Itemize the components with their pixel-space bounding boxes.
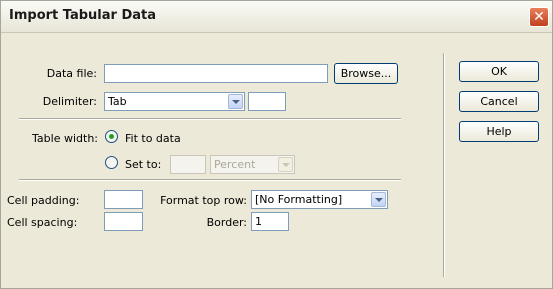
- vertical-divider: [443, 53, 445, 277]
- divider: [19, 179, 401, 181]
- table-width-label: Table width:: [32, 132, 98, 145]
- fit-to-data-radio[interactable]: [105, 130, 118, 143]
- cell-padding-label: Cell padding:: [7, 194, 80, 207]
- delimiter-other-input[interactable]: [248, 92, 286, 111]
- data-file-input[interactable]: [104, 64, 328, 83]
- import-tabular-data-dialog: Import Tabular Data ✕ Data file: Browse.…: [0, 0, 553, 289]
- format-top-row-selected-value: [No Formatting]: [255, 193, 343, 206]
- data-file-label: Data file:: [46, 67, 97, 80]
- format-top-row-select[interactable]: [No Formatting]: [251, 190, 388, 209]
- chevron-down-icon[interactable]: [228, 94, 243, 109]
- delimiter-select[interactable]: Tab: [104, 92, 245, 111]
- cell-spacing-label: Cell spacing:: [7, 216, 78, 229]
- set-to-width-input[interactable]: [170, 155, 206, 174]
- divider: [19, 118, 401, 120]
- browse-button[interactable]: Browse...: [334, 63, 398, 84]
- dialog-title: Import Tabular Data: [9, 8, 157, 23]
- cancel-button[interactable]: Cancel: [459, 91, 539, 112]
- set-to-label: Set to:: [125, 158, 162, 171]
- set-to-radio[interactable]: [105, 156, 118, 169]
- help-button[interactable]: Help: [459, 121, 539, 142]
- delimiter-label: Delimiter:: [42, 95, 97, 108]
- cell-padding-input[interactable]: [104, 190, 143, 209]
- format-top-row-label: Format top row:: [160, 194, 247, 207]
- title-bar: Import Tabular Data ✕: [1, 1, 552, 33]
- close-icon[interactable]: ✕: [529, 7, 549, 27]
- border-label: Border:: [206, 216, 247, 229]
- ok-button[interactable]: OK: [459, 61, 539, 82]
- chevron-down-icon[interactable]: [371, 192, 386, 207]
- chevron-down-icon[interactable]: [278, 157, 293, 172]
- fit-to-data-label: Fit to data: [125, 132, 181, 145]
- border-input[interactable]: 1: [251, 212, 289, 231]
- width-unit-select[interactable]: Percent: [210, 155, 295, 174]
- delimiter-selected-value: Tab: [108, 95, 127, 108]
- width-unit-selected-value: Percent: [214, 158, 256, 171]
- cell-spacing-input[interactable]: [104, 212, 143, 231]
